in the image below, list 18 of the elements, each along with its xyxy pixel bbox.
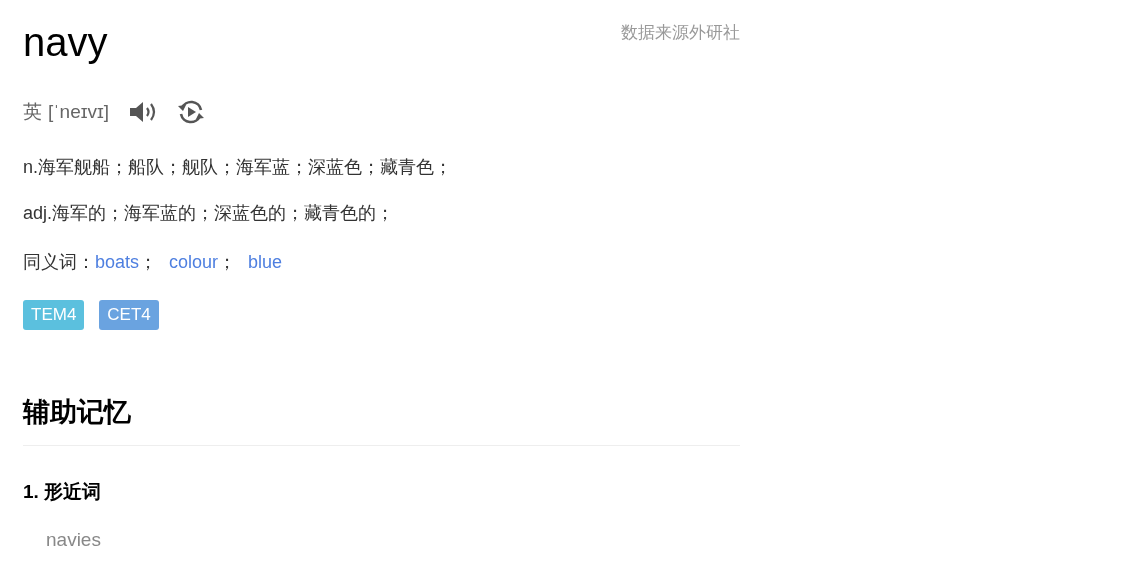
synonym-link[interactable]: boats (95, 249, 140, 276)
source-note: 数据来源外研社 (621, 22, 740, 44)
definition-text: adj.海军的；海军蓝的；深蓝色的；藏青色的； (23, 202, 396, 225)
headword: navy (23, 19, 108, 66)
subsection-heading: 1. 形近词 (23, 479, 103, 504)
section-heading: 辅助记忆 (23, 392, 740, 446)
level-tag: CET4 (99, 300, 159, 330)
similar-word: navies (46, 528, 102, 552)
pronunciation-label: 英 (23, 99, 42, 124)
definition-text: n.海军舰船；船队；舰队；海军蓝；深蓝色；藏青色； (23, 156, 453, 179)
synonyms-label: 同义词： (23, 251, 95, 274)
replay-icon[interactable] (177, 98, 206, 126)
phonetic-text: [ˈneɪvɪ] (48, 99, 110, 124)
separator-text: ； (139, 251, 158, 274)
synonym-link[interactable]: blue (248, 249, 283, 276)
separator-text: ； (218, 251, 237, 274)
level-tag: TEM4 (23, 300, 85, 330)
synonym-link[interactable]: colour (169, 249, 219, 276)
